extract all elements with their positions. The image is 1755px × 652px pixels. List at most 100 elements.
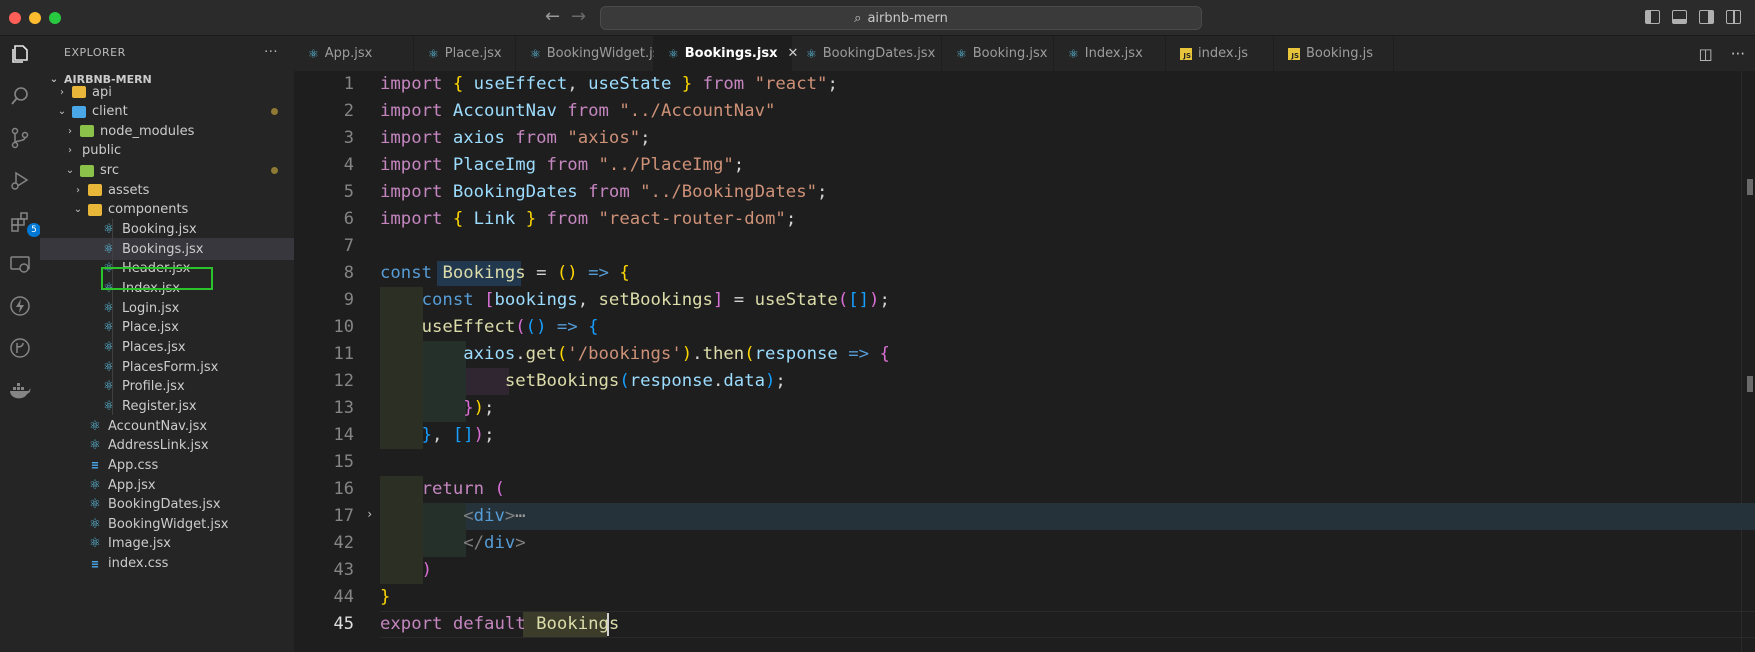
- tree-item-label: api: [92, 84, 112, 100]
- code-line[interactable]: import { Link } from "react-router-dom";: [380, 206, 796, 233]
- more-actions-icon[interactable]: ···: [1731, 45, 1745, 63]
- tab-index-jsx[interactable]: ⚛ Index.jsx: [1054, 36, 1166, 71]
- toggle-panel-icon[interactable]: [1672, 10, 1687, 24]
- chevron-down-icon: ⌄: [73, 204, 83, 216]
- tab-booking-jsx[interactable]: ⚛ Booking.jsx: [942, 36, 1054, 71]
- code-editor[interactable]: 1 import { useEffect, useState } from "re…: [294, 71, 1755, 652]
- maximize-window-button[interactable]: [49, 12, 61, 24]
- folder-icon: [88, 203, 102, 216]
- react-file-icon: ⚛: [89, 438, 101, 454]
- tab-index-js[interactable]: JS index.js: [1166, 36, 1274, 71]
- toggle-secondary-sidebar-icon[interactable]: [1699, 10, 1714, 24]
- css-file-icon: ≡: [91, 458, 99, 473]
- editor-scrollbar[interactable]: [1741, 71, 1755, 652]
- git-graph-icon[interactable]: [8, 336, 32, 360]
- line-number: 44: [333, 587, 354, 607]
- react-file-icon: ⚛: [103, 359, 115, 375]
- code-line[interactable]: axios.get('/bookings').then(response => …: [380, 341, 890, 368]
- remote-explorer-icon[interactable]: [8, 252, 32, 276]
- code-line[interactable]: const Bookings = () => {: [380, 260, 630, 287]
- tab-bookingdates-jsx[interactable]: ⚛ BookingDates.jsx: [792, 36, 942, 71]
- chevron-down-icon: ⌄: [65, 165, 75, 177]
- react-file-icon: ⚛: [103, 222, 115, 238]
- chevron-right-icon: ›: [60, 86, 64, 98]
- thunder-client-icon[interactable]: [8, 294, 32, 318]
- source-control-icon[interactable]: [8, 126, 32, 150]
- tree-item-label: App.jsx: [108, 477, 156, 493]
- explorer-sidebar: EXPLORER ··· ⌄ AIRBNB-MERN › api ⌄ client › n…: [40, 36, 294, 652]
- tab-place-jsx[interactable]: ⚛ Place.jsx: [414, 36, 516, 71]
- code-line[interactable]: <div>⋯: [380, 503, 525, 530]
- tab-label: App.jsx: [324, 46, 373, 61]
- code-line[interactable]: import { useEffect, useState } from "rea…: [380, 71, 838, 98]
- tree-item-label: public: [82, 143, 122, 159]
- tab-bookings-jsx[interactable]: ⚛ Bookings.jsx ✕: [654, 36, 798, 71]
- tab-label: Booking.jsx: [972, 46, 1048, 61]
- code-line[interactable]: import PlaceImg from "../PlaceImg";: [380, 152, 744, 179]
- tree-item-label: Login.jsx: [122, 300, 180, 316]
- tree-item-label: PlacesForm.jsx: [122, 359, 219, 375]
- chevron-right-icon: ›: [76, 184, 80, 196]
- code-line[interactable]: const [bookings, setBookings] = useState…: [380, 287, 890, 314]
- tree-item-label: client: [92, 104, 128, 120]
- react-file-icon: ⚛: [103, 320, 115, 336]
- code-line[interactable]: useEffect(() => {: [380, 314, 599, 341]
- line-number: 5: [343, 182, 354, 202]
- js-file-icon: JS: [1288, 47, 1300, 60]
- code-line[interactable]: });: [380, 395, 494, 422]
- code-line[interactable]: ): [380, 557, 432, 584]
- back-arrow-icon[interactable]: ←: [545, 7, 560, 27]
- tab-app-jsx[interactable]: ⚛ App.jsx: [294, 36, 414, 71]
- search-icon[interactable]: [8, 84, 32, 108]
- modified-dot-indicator: [271, 167, 278, 175]
- code-line[interactable]: setBookings(response.data);: [380, 368, 786, 395]
- explorer-files-icon[interactable]: [8, 42, 32, 66]
- fold-chevron-icon[interactable]: ›: [366, 507, 373, 521]
- docker-icon[interactable]: [8, 378, 32, 402]
- tab-booking-js[interactable]: JS Booking.js: [1274, 36, 1394, 71]
- tree-item-label: Booking.jsx: [122, 222, 197, 238]
- code-line[interactable]: import BookingDates from "../BookingDate…: [380, 179, 827, 206]
- react-file-icon: ⚛: [103, 300, 115, 316]
- extensions-icon[interactable]: 5: [8, 210, 41, 237]
- tree-item-label: App.css: [108, 457, 159, 473]
- line-number: 16: [333, 479, 354, 499]
- explorer-more-actions-icon[interactable]: ···: [264, 45, 278, 60]
- tree-item-label: src: [100, 163, 119, 179]
- split-editor-icon[interactable]: ◫: [1699, 45, 1713, 63]
- code-line[interactable]: import AccountNav from "../AccountNav": [380, 98, 775, 125]
- react-file-icon: ⚛: [89, 418, 101, 434]
- line-number: 14: [333, 425, 354, 445]
- run-debug-icon[interactable]: [8, 168, 32, 192]
- line-highlight: [380, 503, 1755, 530]
- code-line[interactable]: import axios from "axios";: [380, 125, 651, 152]
- tab-bookingwidget-jsx[interactable]: ⚛ BookingWidget.jsx: [516, 36, 667, 71]
- js-file-icon: JS: [1180, 47, 1192, 60]
- folder-icon: [80, 164, 94, 177]
- code-line[interactable]: export default Bookings: [380, 611, 619, 638]
- modified-dot-indicator: [271, 108, 278, 116]
- customize-layout-icon[interactable]: [1726, 10, 1741, 24]
- command-center-search[interactable]: ⌕ airbnb-mern: [600, 6, 1202, 30]
- tree-item-label: AddressLink.jsx: [108, 438, 209, 454]
- tree-item-index-css[interactable]: ≡ index.css: [40, 553, 294, 575]
- folder-icon: [88, 184, 102, 197]
- minimize-window-button[interactable]: [29, 12, 41, 24]
- code-line[interactable]: }, []);: [380, 422, 495, 449]
- toggle-primary-sidebar-icon[interactable]: [1645, 10, 1660, 24]
- code-line[interactable]: }: [380, 584, 390, 611]
- search-icon: ⌕: [854, 10, 862, 26]
- code-line[interactable]: return (: [380, 476, 505, 503]
- line-number: 45: [333, 614, 354, 634]
- folder-icon: [80, 125, 94, 138]
- tab-label: BookingWidget.jsx: [546, 46, 668, 61]
- tree-item-label: Place.jsx: [122, 320, 179, 336]
- line-number: 11: [333, 344, 354, 364]
- code-line[interactable]: </div>: [380, 530, 525, 557]
- react-file-icon: ⚛: [89, 516, 101, 532]
- editor-tab-bar: ⚛ App.jsx ⚛ Place.jsx ⚛ BookingWidget.jsx ⚛ Boo…: [294, 36, 1755, 71]
- tree-item-label: BookingDates.jsx: [108, 497, 221, 513]
- forward-arrow-icon[interactable]: →: [571, 7, 586, 27]
- line-number: 2: [343, 101, 354, 121]
- close-window-button[interactable]: [9, 12, 21, 24]
